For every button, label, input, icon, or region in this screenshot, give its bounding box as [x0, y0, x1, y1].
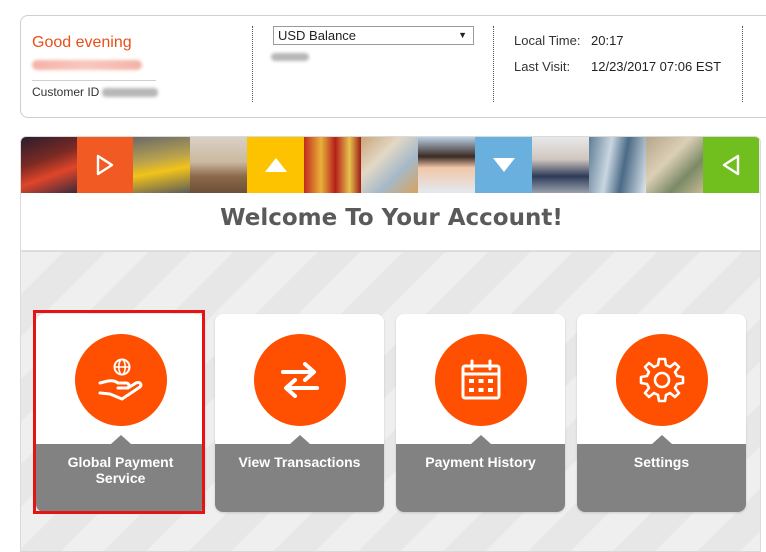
- photo-banner: [21, 137, 760, 193]
- divider: [252, 26, 253, 102]
- buildings-photo: [589, 137, 646, 193]
- last-visit-label: Last Visit:: [514, 59, 571, 74]
- card-icon-circle: [74, 334, 167, 426]
- banner-orange-tile: [77, 137, 133, 193]
- card-label: View Transactions: [238, 454, 361, 470]
- taxi-photo: [133, 137, 190, 193]
- global-payment-service-card[interactable]: Global Payment Service: [36, 314, 205, 512]
- customer-id-redacted: [102, 88, 158, 97]
- pyramids-photo: [190, 137, 247, 193]
- balance-select-value: USD Balance: [278, 28, 357, 43]
- card-icon-circle: [615, 334, 708, 426]
- balance-amount-redacted: [271, 53, 309, 61]
- divider: [742, 26, 743, 102]
- settings-card[interactable]: Settings: [577, 314, 746, 512]
- card-icon-circle: [253, 334, 346, 426]
- play-left-outline-icon: [722, 154, 740, 176]
- greeting-text: Good evening: [32, 34, 132, 51]
- play-outline-icon: [96, 154, 114, 176]
- banner-yellow-tile: [247, 137, 304, 193]
- local-time-label: Local Time:: [514, 33, 581, 48]
- local-time-value: 20:17: [591, 33, 624, 48]
- customer-name-redacted: [32, 60, 142, 70]
- swap-arrows-icon: [280, 362, 319, 398]
- card-label-area: Payment History: [396, 435, 565, 512]
- account-info-box: Good evening Customer ID USD Balance ▼ L…: [20, 15, 766, 118]
- card-label: Payment History: [425, 454, 536, 470]
- payment-history-card[interactable]: Payment History: [396, 314, 565, 512]
- view-transactions-card[interactable]: View Transactions: [215, 314, 384, 512]
- gear-icon: [639, 357, 684, 403]
- triangle-down-icon: [492, 158, 515, 172]
- card-label-area: Settings: [577, 435, 746, 512]
- banknotes-photo: [646, 137, 703, 193]
- chevron-down-icon: ▼: [458, 30, 467, 40]
- page-title: Welcome To Your Account!: [220, 205, 563, 231]
- nesting-dolls-photo: [304, 137, 361, 193]
- banner-green-tile: [703, 137, 759, 193]
- banner-blue-tile: [475, 137, 532, 193]
- balance-select[interactable]: USD Balance ▼: [273, 26, 474, 45]
- divider: [32, 80, 156, 81]
- welcome-bar: Welcome To Your Account!: [21, 193, 760, 251]
- card-label-area: Global Payment Service: [36, 435, 205, 512]
- globe-hand-icon: [98, 358, 142, 401]
- woman-photo: [418, 137, 475, 193]
- card-label-area: View Transactions: [215, 435, 384, 512]
- calendar-icon: [461, 359, 500, 400]
- card-icon-circle: [434, 334, 527, 426]
- card-label: Settings: [633, 454, 690, 470]
- last-visit-value: 12/23/2017 07:06 EST: [591, 59, 722, 74]
- card-label: Global Payment Service: [67, 454, 174, 486]
- city-lights-photo: [21, 137, 77, 193]
- currency-notes-photo: [361, 137, 418, 193]
- customer-id-label: Customer ID: [32, 85, 100, 99]
- triangle-up-icon: [264, 158, 287, 172]
- divider: [493, 26, 494, 102]
- meeting-photo: [532, 137, 589, 193]
